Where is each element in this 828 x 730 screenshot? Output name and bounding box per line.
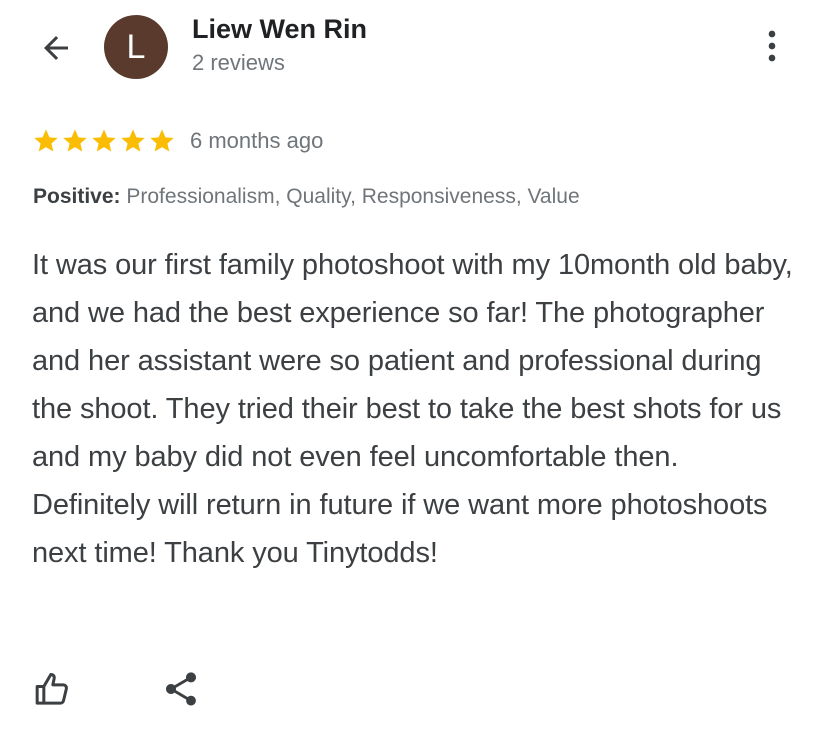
rating-row: 6 months ago [32, 124, 323, 158]
like-button[interactable] [28, 664, 78, 714]
star-icon [92, 129, 116, 152]
more-options-button[interactable] [748, 22, 796, 70]
star-icon [63, 129, 87, 152]
star-icon [121, 129, 145, 152]
review-header: L Liew Wen Rin 2 reviews [0, 0, 828, 100]
star-rating [32, 127, 176, 155]
arrow-left-icon [44, 36, 68, 60]
more-vertical-icon [768, 30, 776, 62]
review-time: 6 months ago [190, 128, 324, 153]
back-button[interactable] [30, 22, 82, 74]
reviewer-name[interactable]: Liew Wen Rin [192, 14, 367, 45]
review-count: 2 reviews [192, 50, 285, 75]
thumbs-up-icon [35, 673, 68, 705]
positive-values: Professionalism, Quality, Responsiveness… [126, 185, 580, 208]
review-actions [0, 660, 828, 720]
avatar-letter: L [126, 27, 146, 66]
share-icon [166, 672, 196, 706]
positive-label: Positive: [33, 185, 121, 208]
star-icon [150, 129, 174, 152]
star-icon [34, 129, 58, 152]
review-text: It was our first family photoshoot with … [32, 249, 793, 569]
positive-attributes: Positive: Professionalism, Quality, Resp… [33, 185, 580, 209]
share-button[interactable] [156, 664, 206, 714]
avatar[interactable]: L [104, 15, 168, 79]
